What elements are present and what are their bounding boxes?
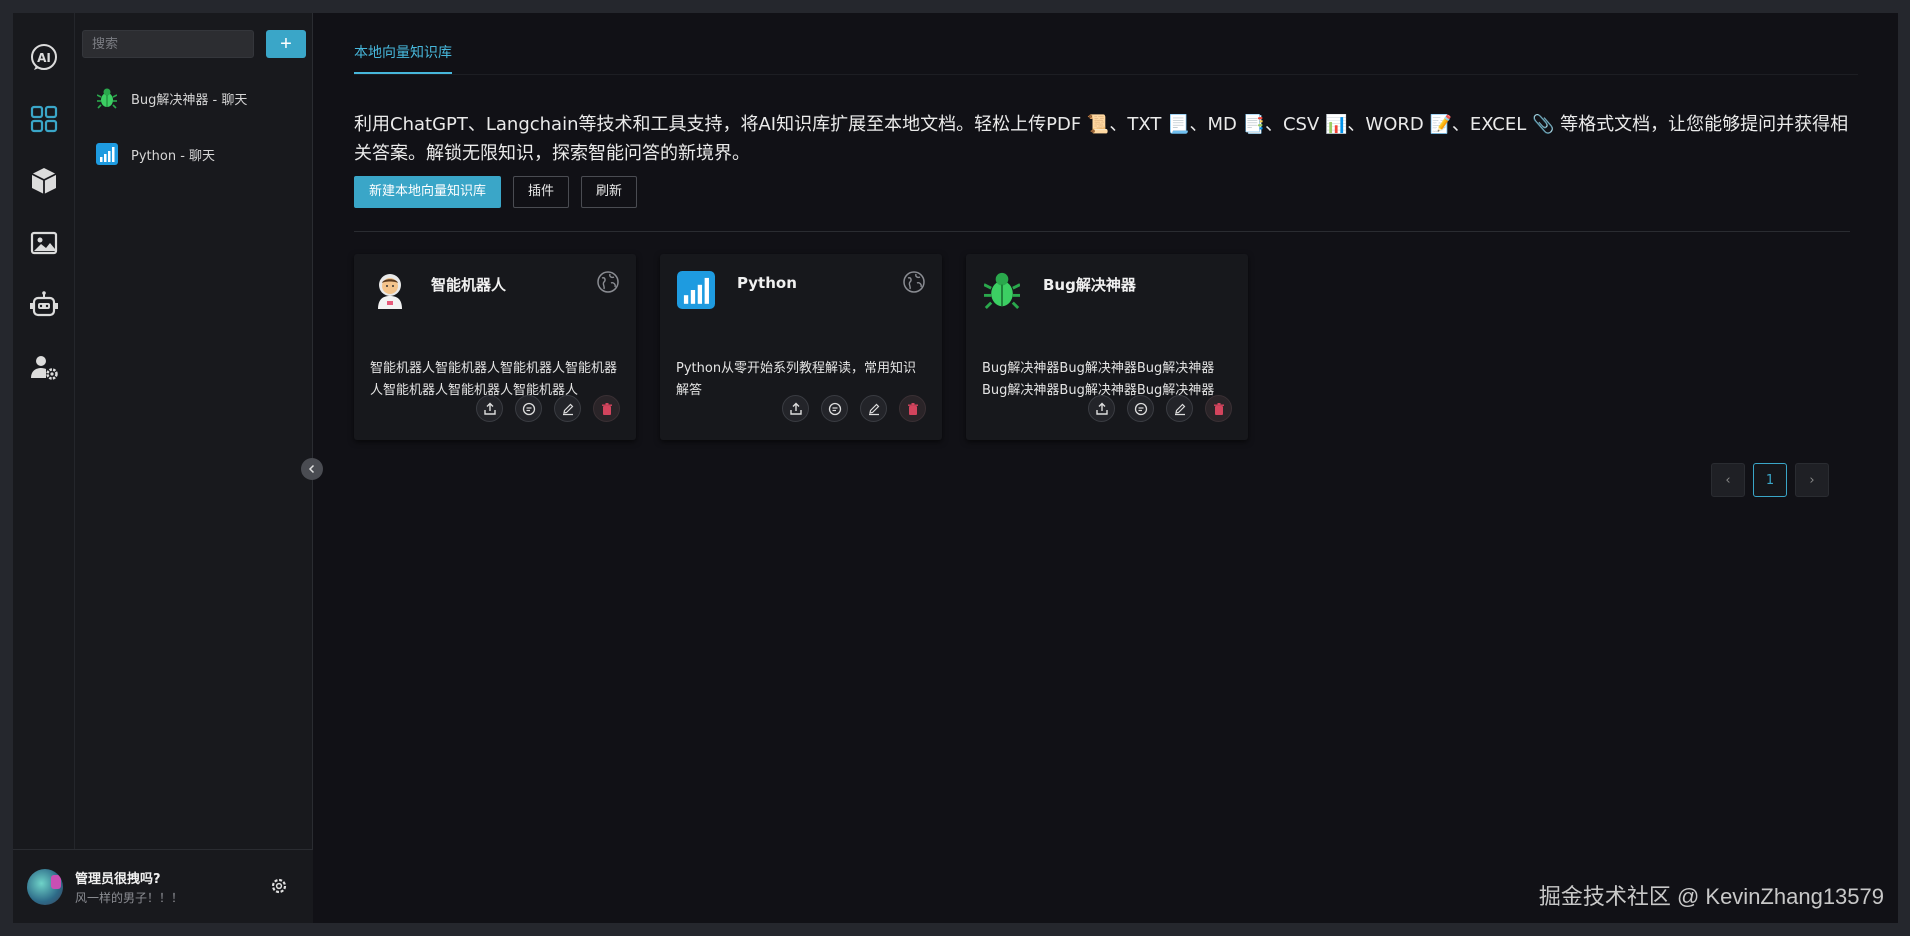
- gear-icon[interactable]: [269, 876, 289, 900]
- card-title: 智能机器人: [431, 276, 507, 294]
- user-motto: 风一样的男子！！！: [75, 890, 184, 905]
- card-title: Bug解决神器: [1043, 276, 1136, 294]
- plugin-button[interactable]: 插件: [513, 176, 570, 208]
- python-bars-icon: [95, 142, 119, 166]
- collapse-sidebar-button[interactable]: [301, 458, 323, 480]
- prev-page-button[interactable]: ‹: [1711, 463, 1745, 497]
- main-content: 本地向量知识库 利用ChatGPT、Langchain等技术和工具支持，将AI知…: [313, 13, 1898, 923]
- session-label: Bug解决神器 - 聊天: [131, 92, 248, 108]
- knowledge-base-card[interactable]: 智能机器人 智能机器人智能机器人智能机器人智能机器人智能机器人智能机器人智能机器…: [354, 254, 636, 440]
- session-sidebar: + Bug解决神器 - 聊天 Python - 聊天 管理员很拽吗?: [13, 13, 323, 923]
- delete-icon[interactable]: [593, 395, 620, 422]
- edit-icon[interactable]: [860, 395, 887, 422]
- card-actions: [464, 395, 620, 422]
- chat-icon[interactable]: [1127, 395, 1154, 422]
- user-settings-icon[interactable]: [24, 347, 64, 387]
- bug-icon: [982, 270, 1022, 310]
- card-title: Python: [737, 274, 797, 292]
- chat-icon[interactable]: [821, 395, 848, 422]
- session-list: Bug解决神器 - 聊天 Python - 聊天: [75, 78, 312, 174]
- delete-icon[interactable]: [1205, 395, 1232, 422]
- avatar[interactable]: [27, 868, 63, 905]
- edit-icon[interactable]: [554, 395, 581, 422]
- svg-text:AI: AI: [37, 51, 51, 65]
- edit-icon[interactable]: [1166, 395, 1193, 422]
- search-input[interactable]: [82, 30, 254, 58]
- page-description: 利用ChatGPT、Langchain等技术和工具支持，将AI知识库扩展至本地文…: [354, 114, 1849, 164]
- next-page-button[interactable]: ›: [1795, 463, 1829, 497]
- search-row: +: [75, 13, 312, 58]
- image-icon[interactable]: [24, 223, 64, 263]
- chat-icon[interactable]: [515, 395, 542, 422]
- globe-icon[interactable]: [596, 270, 620, 294]
- user-footer: 管理员很拽吗? 风一样的男子！！！: [13, 849, 313, 923]
- upload-icon[interactable]: [782, 395, 809, 422]
- delete-icon[interactable]: [899, 395, 926, 422]
- robot-icon[interactable]: [24, 285, 64, 325]
- divider: [354, 231, 1850, 232]
- knowledge-base-card[interactable]: Bug解决神器 Bug解决神器Bug解决神器Bug解决神器Bug解决神器Bug解…: [966, 254, 1248, 440]
- card-actions: [770, 395, 926, 422]
- icon-rail: AI: [13, 13, 75, 923]
- python-bars-icon: [676, 270, 716, 310]
- user-name: 管理员很拽吗?: [75, 871, 161, 887]
- bug-icon: [95, 86, 119, 110]
- chevron-left-icon: [308, 464, 315, 474]
- knowledge-base-card[interactable]: Python Python从零开始系列教程解读，常用知识解答: [660, 254, 942, 440]
- app-window: AI + Bug解决神器 - 聊天: [13, 13, 1898, 923]
- add-session-button[interactable]: +: [266, 30, 306, 58]
- refresh-button[interactable]: 刷新: [581, 176, 638, 208]
- upload-icon[interactable]: [476, 395, 503, 422]
- session-item-bug[interactable]: Bug解决神器 - 聊天: [75, 78, 312, 118]
- card-actions: [1076, 395, 1232, 422]
- globe-icon[interactable]: [902, 270, 926, 294]
- action-buttons: 新建本地向量知识库 插件 刷新: [354, 176, 1898, 208]
- tab-bar: 本地向量知识库: [354, 13, 1898, 75]
- page-number[interactable]: 1: [1753, 463, 1787, 497]
- pagination: ‹ 1 ›: [1703, 463, 1829, 497]
- watermark: 掘金技术社区 @ KevinZhang13579: [1538, 884, 1884, 909]
- cube-icon[interactable]: [24, 161, 64, 201]
- astronaut-icon: [370, 270, 410, 310]
- ai-chat-icon[interactable]: AI: [24, 37, 64, 77]
- upload-icon[interactable]: [1088, 395, 1115, 422]
- user-info: 管理员很拽吗? 风一样的男子！！！: [75, 868, 183, 906]
- session-item-python[interactable]: Python - 聊天: [75, 134, 312, 174]
- create-knowledge-base-button[interactable]: 新建本地向量知识库: [354, 176, 502, 208]
- tab-local-knowledge-base[interactable]: 本地向量知识库: [354, 42, 452, 74]
- apps-grid-icon[interactable]: [24, 99, 64, 139]
- session-label: Python - 聊天: [131, 148, 216, 164]
- knowledge-base-cards: 智能机器人 智能机器人智能机器人智能机器人智能机器人智能机器人智能机器人智能机器…: [354, 254, 1898, 440]
